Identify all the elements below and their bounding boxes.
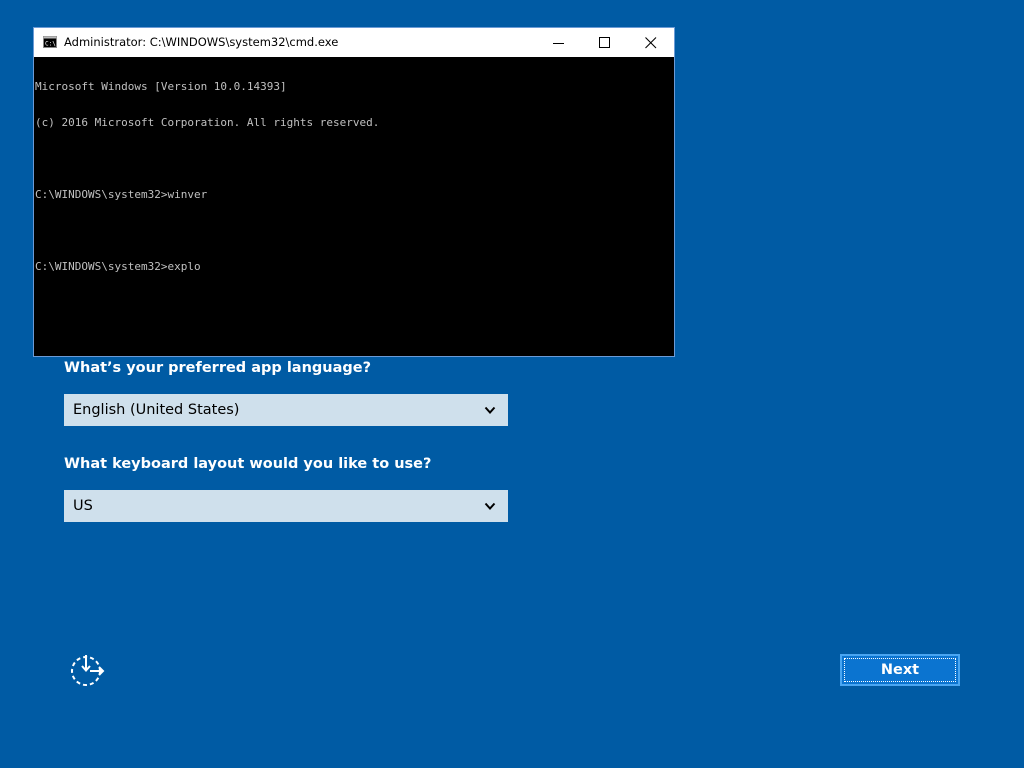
language-question-label: What’s your preferred app language? xyxy=(64,360,372,376)
next-button[interactable]: Next xyxy=(840,654,960,686)
language-dropdown-value: English (United States) xyxy=(73,402,240,418)
console-output[interactable]: Microsoft Windows [Version 10.0.14393] (… xyxy=(35,57,673,356)
language-dropdown[interactable]: English (United States) xyxy=(64,394,508,426)
console-line: C:\WINDOWS\system32>winver xyxy=(35,188,208,201)
maximize-button[interactable] xyxy=(582,28,628,57)
maximize-icon xyxy=(599,37,610,48)
cmd-window-title: Administrator: C:\WINDOWS\system32\cmd.e… xyxy=(64,35,339,49)
cmd-window[interactable]: C:\ Administrator: C:\WINDOWS\system32\c… xyxy=(33,27,675,357)
minimize-icon xyxy=(553,43,564,44)
minimize-button[interactable] xyxy=(536,28,582,57)
chevron-down-icon xyxy=(484,406,496,414)
keyboard-dropdown[interactable]: US xyxy=(64,490,508,522)
cmd-app-icon: C:\ xyxy=(43,36,57,48)
chevron-down-icon xyxy=(484,502,496,510)
console-line: Microsoft Windows [Version 10.0.14393] xyxy=(35,80,287,93)
ease-of-access-icon[interactable] xyxy=(68,652,106,688)
cmd-titlebar[interactable]: C:\ Administrator: C:\WINDOWS\system32\c… xyxy=(34,28,674,57)
keyboard-dropdown-value: US xyxy=(73,498,93,514)
close-button[interactable] xyxy=(628,28,674,57)
svg-text:C:\: C:\ xyxy=(45,41,56,48)
keyboard-question-label: What keyboard layout would you like to u… xyxy=(64,456,432,472)
close-icon xyxy=(645,37,657,49)
console-line: (c) 2016 Microsoft Corporation. All righ… xyxy=(35,116,380,129)
console-prompt-line: C:\WINDOWS\system32>explo xyxy=(35,260,201,273)
